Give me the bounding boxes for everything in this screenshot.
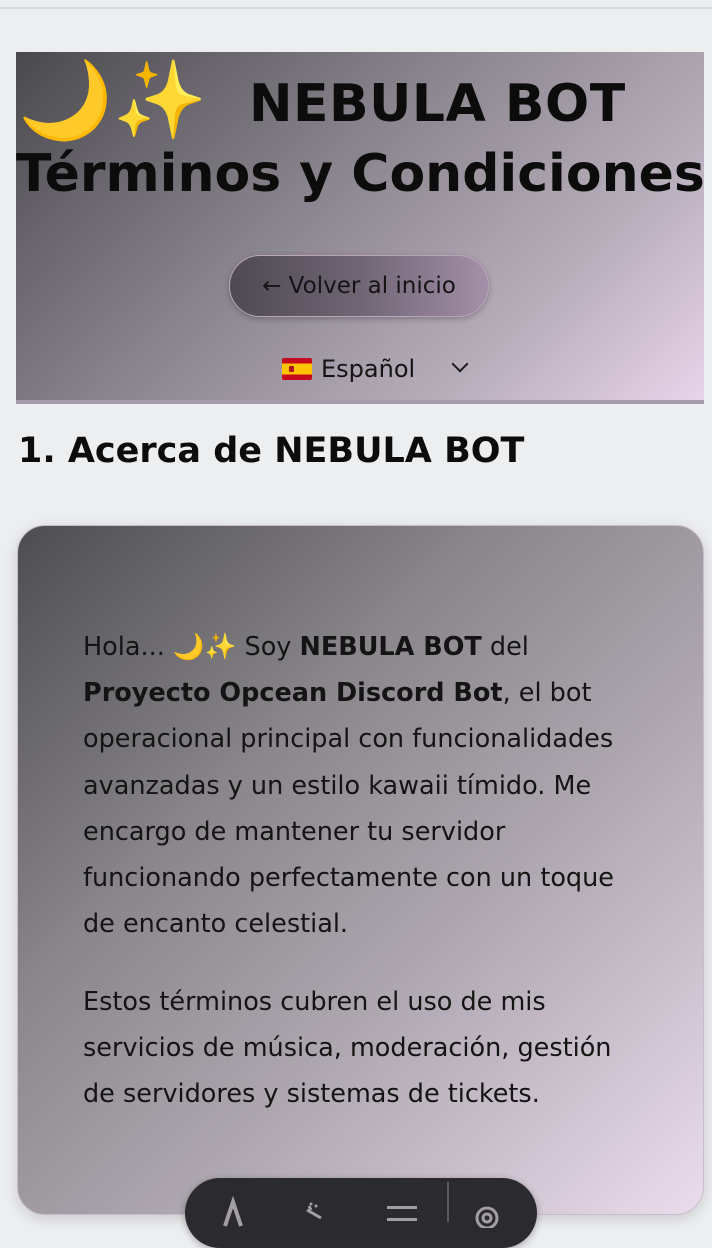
text-size-icon[interactable] bbox=[217, 1195, 249, 1228]
project-name-text: Proyecto Opcean Discord Bot bbox=[83, 678, 503, 709]
menu-icon[interactable] bbox=[385, 1196, 421, 1228]
page-title: Términos y Condiciones bbox=[16, 144, 705, 204]
settings-gear-icon[interactable] bbox=[471, 1196, 503, 1230]
top-divider bbox=[0, 7, 712, 9]
page-header: 🌙✨ NEBULA BOT Términos y Condiciones ← V… bbox=[16, 52, 705, 404]
about-text-connector: del bbox=[481, 632, 529, 662]
about-paragraph-2: Estos términos cubren el uso de mis serv… bbox=[83, 987, 612, 1110]
section-heading: 1. Acerca de NEBULA BOT bbox=[18, 431, 525, 472]
about-text-intro: Hola... 🌙✨ Soy bbox=[83, 632, 300, 662]
megaphone-icon[interactable] bbox=[299, 1196, 331, 1228]
floating-toolbar bbox=[185, 1178, 537, 1248]
about-paragraph-1: Hola... 🌙✨ Soy NEBULA BOT del Proyecto O… bbox=[83, 624, 643, 947]
toolbar-divider bbox=[447, 1182, 449, 1222]
chevron-down-icon bbox=[453, 362, 467, 376]
bot-name-text: NEBULA BOT bbox=[299, 632, 482, 662]
page-title-brand: NEBULA BOT bbox=[249, 74, 626, 134]
language-selector[interactable]: Español bbox=[282, 349, 482, 389]
about-text-description: , el bot operacional principal con funci… bbox=[83, 678, 614, 940]
moon-icon: 🌙 bbox=[18, 55, 113, 144]
about-card: Hola... 🌙✨ Soy NEBULA BOT del Proyecto O… bbox=[17, 525, 704, 1215]
spain-flag-icon bbox=[282, 358, 312, 380]
title-emoji-group: 🌙✨ bbox=[18, 52, 207, 148]
language-selected-label: Español bbox=[321, 355, 416, 383]
sparkles-icon: ✨ bbox=[112, 55, 208, 144]
back-home-button[interactable]: ← Volver al inicio bbox=[229, 255, 489, 317]
